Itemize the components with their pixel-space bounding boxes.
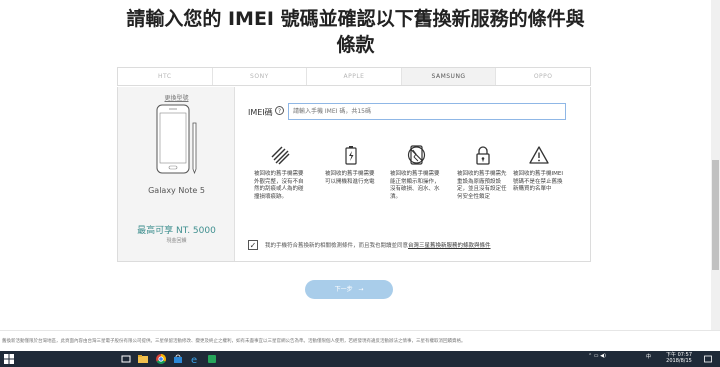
clock-date: 2018/8/15 [666,358,692,364]
task-view-icon[interactable] [121,354,131,364]
condition-power: 被回收的舊手機需要可以開機和進行充電 [325,145,377,186]
agree-statement: 我的手機符合舊換新的相關檢測條件，而且我也閱讀並同意 [265,243,409,249]
model-name: Galaxy Note 5 [148,186,205,195]
condition-reset: 被回收的舊手機需先重設為原廠預設設定，並且沒有設定任何安全性鎖定 [457,145,509,201]
max-price: 最高可享 NT. 5000 [137,226,216,236]
agree-checkbox[interactable]: ✓ [248,240,258,250]
terms-link[interactable]: 台灣三星舊換新服務的條款與條件 [408,243,491,249]
condition-text: 被回收的舊手機需要能正常顯示和操作，沒有破損、泡水、水漬。 [390,171,440,200]
condition-text: 被回收的舊手機IMEI號碼不是在禁止舊換新購買的名單中 [513,171,563,192]
broken-phone-icon [407,145,426,165]
input-language[interactable]: 中 [646,353,651,360]
tab-apple[interactable]: APPLE [307,68,402,85]
windows-taskbar: e ⌃ ▭ ◀) 中 下午 07:57 2018/8/15 [0,351,720,367]
vertical-scrollbar[interactable] [711,0,720,330]
scrollbar-thumb[interactable] [712,160,719,270]
edge-icon[interactable]: e [190,354,200,364]
web-page: 請輸入您的 IMEI 號碼並確認以下舊換新服務的條件與 條款 HTC SONY … [0,0,711,330]
tab-oppo[interactable]: OPPO [496,68,590,85]
arrow-right-icon: → [358,286,364,293]
trade-in-panel: 更換型號 Galaxy Note 5 最高可享 NT. 5000 現金回饋 IM… [117,87,591,262]
page-title-line2: 條款 [336,34,375,56]
tab-sony[interactable]: SONY [213,68,308,85]
tray-icons[interactable]: ⌃ ▭ ◀) [588,353,606,359]
imei-label: IMEI碼 [248,108,273,117]
store-icon[interactable] [173,354,183,364]
device-summary: 更換型號 Galaxy Note 5 最高可享 NT. 5000 現金回饋 [118,87,235,261]
battery-charge-icon [345,146,357,165]
imei-input[interactable] [288,103,566,120]
file-explorer-icon[interactable] [138,354,148,364]
condition-appearance: 被回收的舊手機需要外觀完整，沒有不自然的刮痕或人為的碰撞損壞痕跡。 [254,145,306,201]
tab-htc[interactable]: HTC [118,68,213,85]
warning-icon [529,146,549,164]
chrome-icon[interactable] [156,354,166,364]
next-button[interactable]: 下一步 → [305,280,393,299]
svg-text:e: e [191,355,197,364]
lock-icon [476,146,490,165]
windows-start-icon[interactable] [4,354,14,364]
change-model-link[interactable]: 更換型號 [118,93,235,102]
app-icon[interactable] [207,354,217,364]
tab-samsung[interactable]: SAMSUNG [401,68,497,85]
agree-text: 我的手機符合舊換新的相關檢測條件，而且我也閱讀並同意台灣三星舊換新服務的條款與條… [265,241,491,249]
help-icon[interactable]: ? [275,106,284,115]
condition-text: 被回收的舊手機需要可以開機和進行充電 [325,171,375,185]
bottom-note-strip: 舊換新活動僅限於台灣地區，此頁面內容由台灣三星電子股份有限公司提供。三星保留活動… [0,330,720,352]
condition-text: 被回收的舊手機需要外觀完整，沒有不自然的刮痕或人為的碰撞損壞痕跡。 [254,171,304,200]
next-button-label: 下一步 [334,286,353,293]
scratch-lines-icon [271,146,290,165]
bottom-note: 舊換新活動僅限於台灣地區，此頁面內容由台灣三星電子股份有限公司提供。三星保留活動… [2,339,466,344]
condition-display: 被回收的舊手機需要能正常顯示和操作，沒有破損、泡水、水漬。 [390,145,442,201]
taskbar-clock[interactable]: 下午 07:57 2018/8/15 [661,352,697,364]
brand-tabs: HTC SONY APPLE SAMSUNG OPPO [117,67,591,86]
condition-imei: 被回收的舊手機IMEI號碼不是在禁止舊換新購買的名單中 [513,145,565,194]
price-note: 現金回饋 [166,238,187,244]
condition-text: 被回收的舊手機需先重設為原廠預設設定，並且沒有設定任何安全性鎖定 [457,171,507,200]
page-title-line1: 請輸入您的 IMEI 號碼並確認以下舊換新服務的條件與 [126,8,585,30]
phone-image [156,104,197,175]
notification-icon[interactable] [703,354,713,364]
